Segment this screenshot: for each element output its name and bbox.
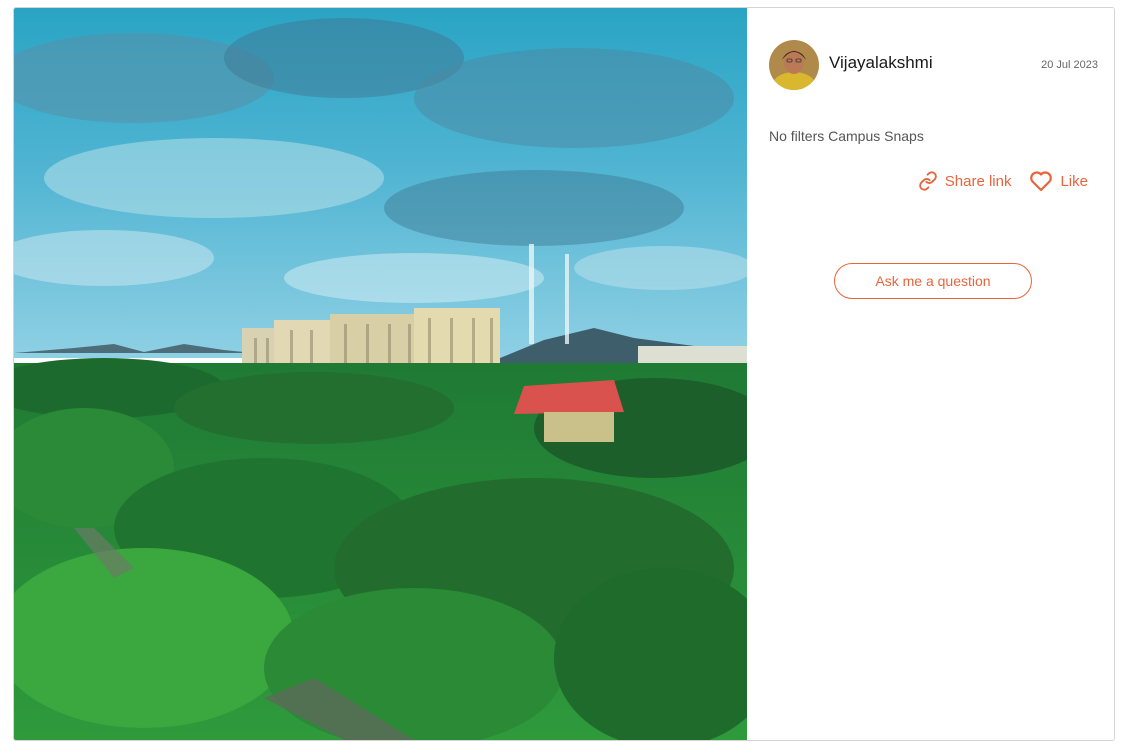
like-label: Like [1060, 172, 1088, 190]
post-caption: No filters Campus Snaps [769, 128, 924, 144]
author-name[interactable]: Vijayalakshmi [829, 53, 933, 73]
share-link-label: Share link [944, 172, 1012, 190]
post-card: Vijayalakshmi 20 Jul 2023 No filters Cam… [13, 7, 1115, 741]
post-details-panel: Vijayalakshmi 20 Jul 2023 No filters Cam… [747, 8, 1114, 740]
ask-question-button[interactable]: Ask me a question [834, 263, 1032, 299]
link-icon [918, 171, 938, 191]
post-actions: Share link Like [918, 170, 1088, 192]
like-button[interactable]: Like [1029, 170, 1088, 192]
post-date: 20 Jul 2023 [1041, 59, 1098, 71]
heart-icon [1029, 170, 1053, 192]
share-link-button[interactable]: Share link [918, 171, 1012, 191]
post-photo[interactable] [14, 8, 747, 740]
author-avatar[interactable] [769, 40, 819, 90]
